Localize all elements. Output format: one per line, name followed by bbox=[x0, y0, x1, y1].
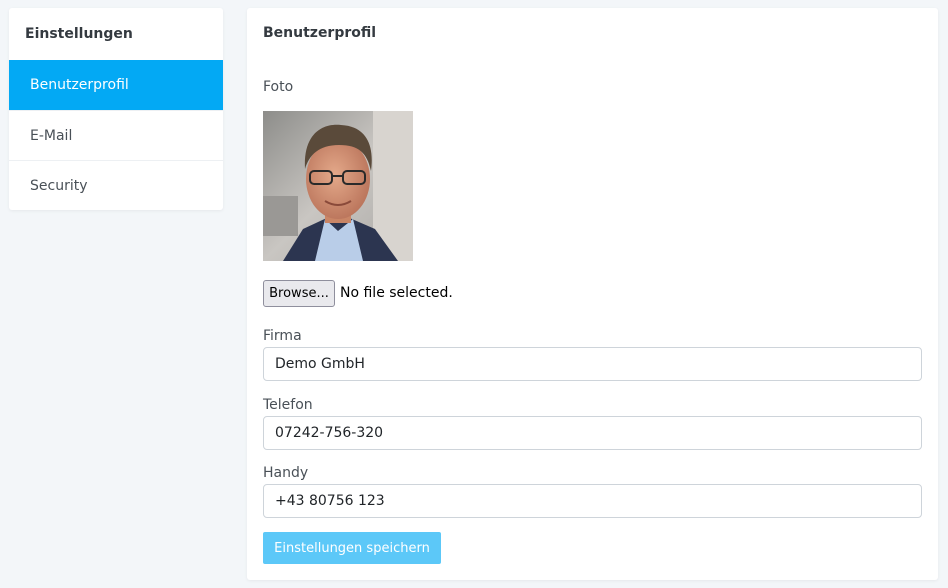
settings-sidebar: Einstellungen Benutzerprofil E-Mail Secu… bbox=[9, 8, 223, 210]
save-settings-button[interactable]: Einstellungen speichern bbox=[263, 532, 441, 564]
telefon-label: Telefon bbox=[263, 397, 313, 413]
file-status: No file selected. bbox=[340, 285, 453, 301]
sidebar-title: Einstellungen bbox=[25, 26, 133, 42]
card-title: Benutzerprofil bbox=[263, 25, 377, 41]
handy-label: Handy bbox=[263, 465, 309, 481]
profile-photo bbox=[263, 111, 413, 261]
sidebar-item-security[interactable]: Security bbox=[9, 160, 223, 210]
profile-card: Benutzerprofil Foto Browse... No file se… bbox=[247, 8, 938, 580]
telefon-input[interactable] bbox=[263, 416, 922, 450]
firma-input[interactable] bbox=[263, 347, 922, 381]
browse-button[interactable]: Browse... bbox=[263, 280, 335, 307]
sidebar-item-benutzerprofil[interactable]: Benutzerprofil bbox=[9, 60, 223, 110]
handy-input[interactable] bbox=[263, 484, 922, 518]
firma-label: Firma bbox=[263, 328, 302, 344]
photo-label: Foto bbox=[263, 79, 294, 95]
sidebar-item-email[interactable]: E-Mail bbox=[9, 110, 223, 160]
